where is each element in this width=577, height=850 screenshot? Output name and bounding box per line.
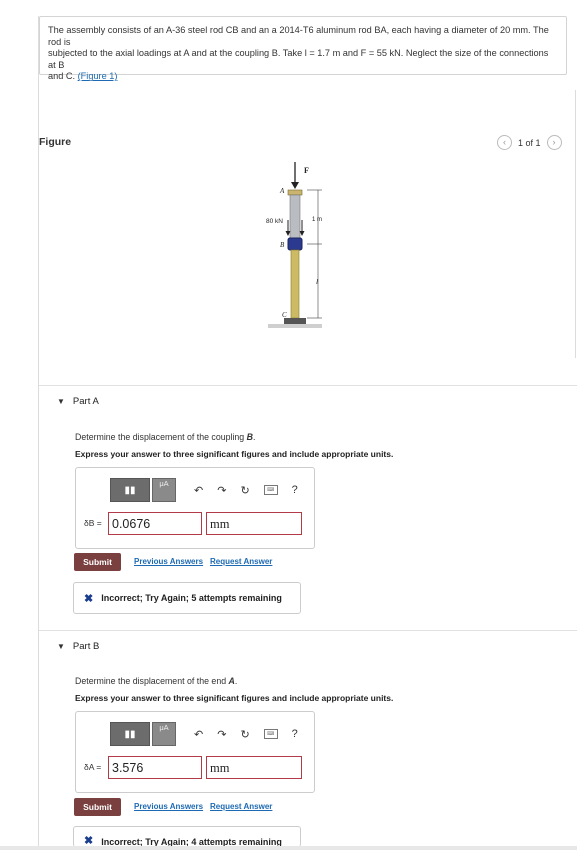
collapse-triangle-icon: ▼ [57,397,65,406]
undo-icon[interactable]: ↶ [194,728,203,741]
figure-link[interactable]: (Figure 1) [78,71,118,81]
part-a-previous-answers-link[interactable]: Previous Answers [134,557,203,566]
help-icon[interactable]: ? [292,484,298,496]
label-A: A [279,187,285,195]
figure-title: Figure [39,136,72,148]
part-a-request-answer-link[interactable]: Request Answer [210,557,272,566]
part-a-question: Determine the displacement of the coupli… [75,432,255,442]
problem-text-3: and C. [48,71,78,82]
part-a-answer-box: ▮▮ μA ↶ ↷ ↻ ⌨ ? δB = 0.0676 mm [75,467,315,549]
figure-pager: ‹ 1 of 1 › [497,135,562,150]
part-a-instruction: Express your answer to three significant… [75,449,394,459]
problem-statement: The assembly consists of an A-36 steel r… [39,16,567,81]
part-b-feedback: ✖ Incorrect; Try Again; 4 attempts remai… [73,826,301,847]
part-a-submit-button[interactable]: Submit [74,553,121,571]
part-a-question-text: Determine the displacement of the coupli… [75,432,247,442]
bottom-bar [0,846,577,850]
part-b-value-input[interactable]: 3.576 [108,756,202,779]
part-a-toolbar: ▮▮ μA ↶ ↷ ↻ ⌨ ? [110,478,298,502]
label-load: 80 kN [266,218,283,225]
divider-a [39,385,577,386]
prev-figure-icon[interactable]: ‹ [497,135,512,150]
part-b-unit-input[interactable]: mm [206,756,302,779]
pager-text: 1 of 1 [518,137,541,148]
part-a-feedback: ✖ Incorrect; Try Again; 5 attempts remai… [73,582,301,614]
label-C: C [282,311,287,319]
right-border [575,90,576,358]
problem-text-2: subjected to the axial loadings at A and… [48,48,549,70]
part-b-header[interactable]: ▼ Part B [57,641,99,652]
keyboard-icon[interactable]: ⌨ [263,729,278,739]
part-b-instruction: Express your answer to three significant… [75,693,394,703]
part-b-toolbar: ▮▮ μA ↶ ↷ ↻ ⌨ ? [110,722,298,746]
part-a-value-input[interactable]: 0.0676 [108,512,202,535]
label-B: B [280,241,285,249]
collapse-triangle-icon: ▼ [57,642,65,651]
help-icon[interactable]: ? [292,728,298,740]
rod-figure: F A 80 kN B C 1 m l [266,162,322,328]
reset-icon[interactable]: ↻ [240,484,249,497]
problem-text-1: The assembly consists of an A-36 steel r… [48,25,549,47]
templates-icon[interactable]: ▮▮ [110,722,150,746]
part-a-unit-input[interactable]: mm [206,512,302,535]
next-figure-icon[interactable]: › [546,135,562,150]
label-F: F [304,166,309,175]
part-b-answer-label: δA = [84,762,102,772]
part-a-header[interactable]: ▼ Part A [57,396,99,407]
part-b-previous-answers-link[interactable]: Previous Answers [134,802,203,811]
redo-icon[interactable]: ↷ [217,484,226,497]
templates-icon[interactable]: ▮▮ [110,478,150,502]
undo-icon[interactable]: ↶ [194,484,203,497]
label-length-top: 1 m [312,217,322,223]
keyboard-icon[interactable]: ⌨ [263,485,278,495]
label-length-l: l [316,277,318,286]
part-b-question-end: . [234,676,238,686]
part-b-question: Determine the displacement of the end A. [75,676,237,686]
part-a-feedback-text: Incorrect; Try Again; 5 attempts remaini… [101,593,282,603]
part-a-title: Part A [72,396,99,407]
part-b-request-answer-link[interactable]: Request Answer [210,802,272,811]
incorrect-x-icon: ✖ [84,592,94,605]
part-b-answer-box: ▮▮ μA ↶ ↷ ↻ ⌨ ? δA = 3.576 mm [75,711,315,793]
greek-button[interactable]: μA [152,722,176,746]
greek-button[interactable]: μA [152,478,176,502]
reset-icon[interactable]: ↻ [240,728,249,741]
part-b-title: Part B [72,641,100,652]
part-b-question-text: Determine the displacement of the end [75,676,229,686]
part-b-submit-button[interactable]: Submit [74,798,121,816]
divider-b [39,630,577,631]
part-a-question-end: . [253,432,256,442]
redo-icon[interactable]: ↷ [217,728,226,741]
part-a-answer-label: δB = [84,518,102,528]
